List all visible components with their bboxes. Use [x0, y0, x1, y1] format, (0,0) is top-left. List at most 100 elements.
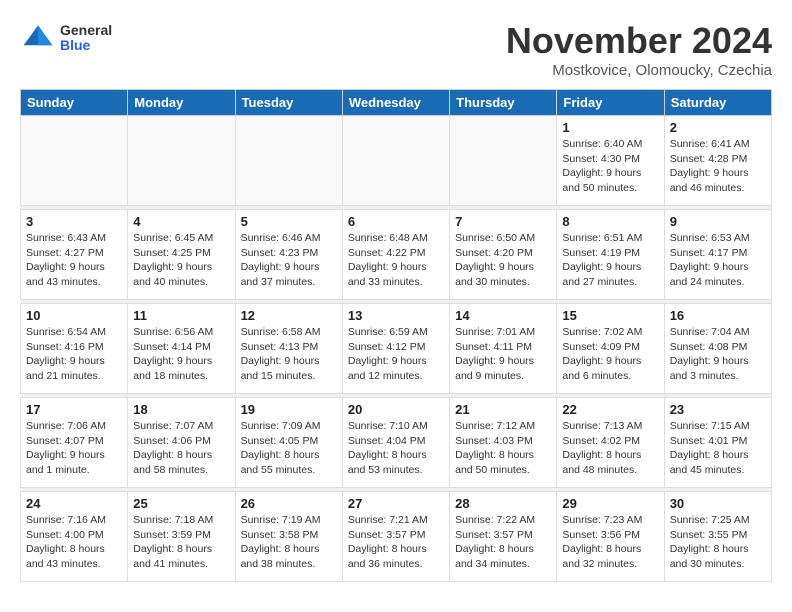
calendar-cell	[21, 116, 128, 206]
column-header-thursday: Thursday	[450, 90, 557, 116]
day-number: 8	[562, 214, 658, 229]
day-number: 18	[133, 402, 229, 417]
calendar-cell: 13Sunrise: 6:59 AM Sunset: 4:12 PM Dayli…	[342, 304, 449, 394]
calendar-table: SundayMondayTuesdayWednesdayThursdayFrid…	[20, 89, 772, 582]
day-info: Sunrise: 7:09 AM Sunset: 4:05 PM Dayligh…	[241, 419, 337, 478]
calendar-cell: 17Sunrise: 7:06 AM Sunset: 4:07 PM Dayli…	[21, 398, 128, 488]
day-number: 3	[26, 214, 122, 229]
day-number: 13	[348, 308, 444, 323]
day-info: Sunrise: 7:18 AM Sunset: 3:59 PM Dayligh…	[133, 513, 229, 572]
calendar-cell: 3 Sunrise: 6:43 AM Sunset: 4:27 PM Daylig…	[21, 210, 128, 300]
day-number: 6	[348, 214, 444, 229]
day-info: Sunrise: 6:48 AM Sunset: 4:22 PM Dayligh…	[348, 231, 444, 290]
day-number: 22	[562, 402, 658, 417]
calendar-cell: 11 Sunrise: 6:56 AM Sunset: 4:14 PM Dayli…	[128, 304, 235, 394]
calendar-header-row: SundayMondayTuesdayWednesdayThursdayFrid…	[21, 90, 772, 116]
column-header-monday: Monday	[128, 90, 235, 116]
day-info: Sunrise: 7:25 AM Sunset: 3:55 PM Dayligh…	[670, 513, 766, 572]
column-header-wednesday: Wednesday	[342, 90, 449, 116]
calendar-cell	[235, 116, 342, 206]
day-info: Sunrise: 6:43 AM Sunset: 4:27 PM Dayligh…	[26, 231, 122, 290]
logo: General Blue	[20, 20, 112, 56]
calendar-cell: 5Sunrise: 6:46 AM Sunset: 4:23 PM Daylig…	[235, 210, 342, 300]
day-number: 2	[670, 120, 766, 135]
day-info: Sunrise: 7:19 AM Sunset: 3:58 PM Dayligh…	[241, 513, 337, 572]
title-area: November 2024 Mostkovice, Olomoucky, Cze…	[506, 20, 772, 79]
calendar-week-row: 10Sunrise: 6:54 AM Sunset: 4:16 PM Dayli…	[21, 304, 772, 394]
calendar-cell: 7Sunrise: 6:50 AM Sunset: 4:20 PM Daylig…	[450, 210, 557, 300]
logo-general-text: General	[60, 23, 112, 38]
calendar-cell: 19 Sunrise: 7:09 AM Sunset: 4:05 PM Dayli…	[235, 398, 342, 488]
day-number: 15	[562, 308, 658, 323]
day-info: Sunrise: 7:15 AM Sunset: 4:01 PM Dayligh…	[670, 419, 766, 478]
calendar-cell: 24 Sunrise: 7:16 AM Sunset: 4:00 PM Dayli…	[21, 492, 128, 582]
calendar-week-row: 1 Sunrise: 6:40 AM Sunset: 4:30 PM Daylig…	[21, 116, 772, 206]
day-info: Sunrise: 7:07 AM Sunset: 4:06 PM Dayligh…	[133, 419, 229, 478]
calendar-cell: 14 Sunrise: 7:01 AM Sunset: 4:11 PM Dayli…	[450, 304, 557, 394]
day-info: Sunrise: 7:13 AM Sunset: 4:02 PM Dayligh…	[562, 419, 658, 478]
calendar-cell: 27 Sunrise: 7:21 AM Sunset: 3:57 PM Dayli…	[342, 492, 449, 582]
column-header-tuesday: Tuesday	[235, 90, 342, 116]
calendar-cell: 30 Sunrise: 7:25 AM Sunset: 3:55 PM Dayli…	[664, 492, 771, 582]
day-number: 17	[26, 402, 122, 417]
day-number: 27	[348, 496, 444, 511]
day-number: 16	[670, 308, 766, 323]
day-number: 19	[241, 402, 337, 417]
day-info: Sunrise: 7:12 AM Sunset: 4:03 PM Dayligh…	[455, 419, 551, 478]
day-number: 24	[26, 496, 122, 511]
calendar-cell: 1 Sunrise: 6:40 AM Sunset: 4:30 PM Daylig…	[557, 116, 664, 206]
day-number: 14	[455, 308, 551, 323]
calendar-cell: 4 Sunrise: 6:45 AM Sunset: 4:25 PM Daylig…	[128, 210, 235, 300]
logo-icon	[20, 20, 56, 56]
day-info: Sunrise: 6:53 AM Sunset: 4:17 PM Dayligh…	[670, 231, 766, 290]
calendar-cell: 25 Sunrise: 7:18 AM Sunset: 3:59 PM Dayli…	[128, 492, 235, 582]
day-info: Sunrise: 6:45 AM Sunset: 4:25 PM Dayligh…	[133, 231, 229, 290]
calendar-cell: 26 Sunrise: 7:19 AM Sunset: 3:58 PM Dayli…	[235, 492, 342, 582]
day-info: Sunrise: 6:46 AM Sunset: 4:23 PM Dayligh…	[241, 231, 337, 290]
day-info: Sunrise: 7:16 AM Sunset: 4:00 PM Dayligh…	[26, 513, 122, 572]
calendar-week-row: 17Sunrise: 7:06 AM Sunset: 4:07 PM Dayli…	[21, 398, 772, 488]
calendar-cell: 23Sunrise: 7:15 AM Sunset: 4:01 PM Dayli…	[664, 398, 771, 488]
day-number: 29	[562, 496, 658, 511]
calendar-cell: 22 Sunrise: 7:13 AM Sunset: 4:02 PM Dayli…	[557, 398, 664, 488]
day-number: 12	[241, 308, 337, 323]
logo-blue-text: Blue	[60, 38, 112, 53]
calendar-cell: 8Sunrise: 6:51 AM Sunset: 4:19 PM Daylig…	[557, 210, 664, 300]
page-header: General Blue November 2024 Mostkovice, O…	[20, 20, 772, 79]
calendar-week-row: 24 Sunrise: 7:16 AM Sunset: 4:00 PM Dayli…	[21, 492, 772, 582]
day-info: Sunrise: 7:22 AM Sunset: 3:57 PM Dayligh…	[455, 513, 551, 572]
day-number: 20	[348, 402, 444, 417]
day-number: 4	[133, 214, 229, 229]
day-info: Sunrise: 6:56 AM Sunset: 4:14 PM Dayligh…	[133, 325, 229, 384]
calendar-week-row: 3 Sunrise: 6:43 AM Sunset: 4:27 PM Daylig…	[21, 210, 772, 300]
day-info: Sunrise: 6:54 AM Sunset: 4:16 PM Dayligh…	[26, 325, 122, 384]
calendar-cell: 18 Sunrise: 7:07 AM Sunset: 4:06 PM Dayli…	[128, 398, 235, 488]
day-number: 30	[670, 496, 766, 511]
day-number: 26	[241, 496, 337, 511]
column-header-saturday: Saturday	[664, 90, 771, 116]
day-number: 7	[455, 214, 551, 229]
day-info: Sunrise: 7:01 AM Sunset: 4:11 PM Dayligh…	[455, 325, 551, 384]
day-info: Sunrise: 6:40 AM Sunset: 4:30 PM Dayligh…	[562, 137, 658, 196]
day-number: 21	[455, 402, 551, 417]
day-info: Sunrise: 7:10 AM Sunset: 4:04 PM Dayligh…	[348, 419, 444, 478]
calendar-cell: 10Sunrise: 6:54 AM Sunset: 4:16 PM Dayli…	[21, 304, 128, 394]
column-header-friday: Friday	[557, 90, 664, 116]
day-info: Sunrise: 6:41 AM Sunset: 4:28 PM Dayligh…	[670, 137, 766, 196]
column-header-sunday: Sunday	[21, 90, 128, 116]
calendar-cell: 16Sunrise: 7:04 AM Sunset: 4:08 PM Dayli…	[664, 304, 771, 394]
month-title: November 2024	[506, 20, 772, 62]
calendar-cell	[128, 116, 235, 206]
day-number: 9	[670, 214, 766, 229]
day-number: 11	[133, 308, 229, 323]
day-number: 25	[133, 496, 229, 511]
calendar-cell: 12 Sunrise: 6:58 AM Sunset: 4:13 PM Dayli…	[235, 304, 342, 394]
calendar-cell	[342, 116, 449, 206]
day-info: Sunrise: 7:21 AM Sunset: 3:57 PM Dayligh…	[348, 513, 444, 572]
day-number: 1	[562, 120, 658, 135]
day-info: Sunrise: 6:58 AM Sunset: 4:13 PM Dayligh…	[241, 325, 337, 384]
calendar-cell: 21 Sunrise: 7:12 AM Sunset: 4:03 PM Dayli…	[450, 398, 557, 488]
calendar-cell: 28 Sunrise: 7:22 AM Sunset: 3:57 PM Dayli…	[450, 492, 557, 582]
day-number: 28	[455, 496, 551, 511]
calendar-cell: 2 Sunrise: 6:41 AM Sunset: 4:28 PM Daylig…	[664, 116, 771, 206]
